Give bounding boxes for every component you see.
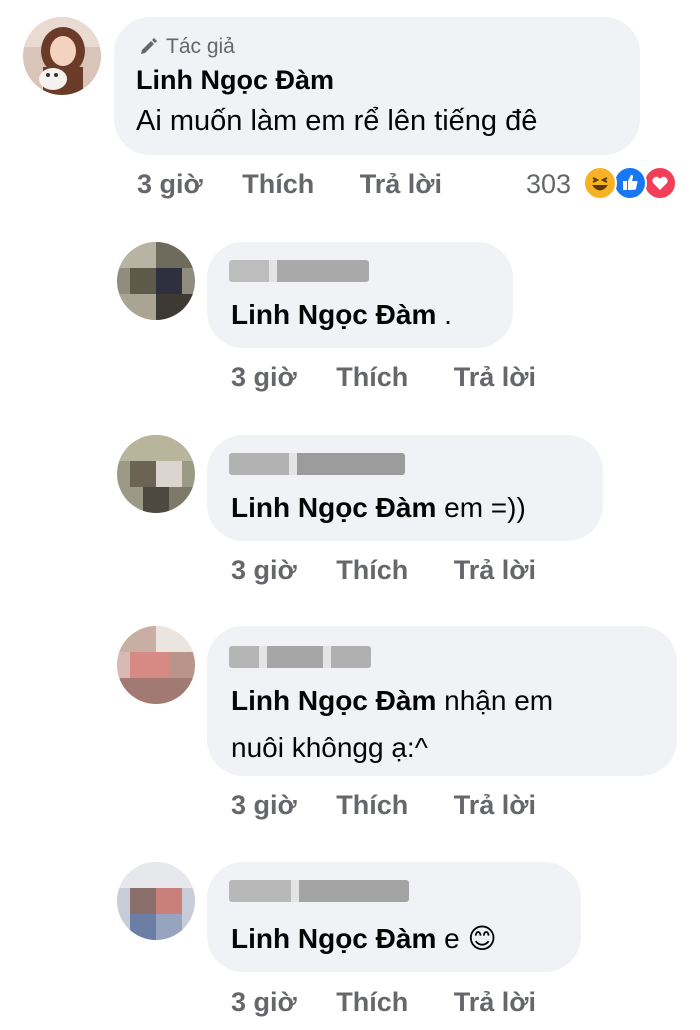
comment-author-name[interactable]: Linh Ngọc Đàm <box>136 65 334 96</box>
blurred-name <box>229 880 409 902</box>
reply-text: Linh Ngọc Đàm e 😊 <box>231 914 497 964</box>
reply-actions: 3 giờ Thích Trả lời <box>231 555 536 586</box>
reply-body: nhận em <box>436 685 554 716</box>
reply-bubble: Linh Ngọc Đàm nhận em nuôi khôngg ạ:^ <box>207 626 677 776</box>
reply-time[interactable]: 3 giờ <box>231 362 297 392</box>
like-button[interactable]: Thích <box>242 169 314 199</box>
reply-actions: 3 giờ Thích Trả lời <box>231 987 536 1018</box>
reply-button[interactable]: Trả lời <box>454 790 536 820</box>
reply-body: em =)) <box>436 492 526 523</box>
like-button[interactable]: Thích <box>336 555 408 585</box>
reply-button[interactable]: Trả lời <box>454 362 536 392</box>
reply-bubble: Linh Ngọc Đàm e 😊 <box>207 862 581 972</box>
author-avatar[interactable] <box>23 17 101 95</box>
reply-button[interactable]: Trả lời <box>454 987 536 1017</box>
reply-avatar[interactable] <box>117 626 195 704</box>
mention[interactable]: Linh Ngọc Đàm <box>231 685 436 716</box>
reply-body: . <box>436 299 452 330</box>
reply-text: Linh Ngọc Đàm nhận em <box>231 676 553 726</box>
reply-text: Linh Ngọc Đàm . <box>231 290 452 340</box>
comment-actions: 3 giờ Thích Trả lời <box>137 169 442 200</box>
reply-body: e <box>436 923 460 954</box>
reply-time[interactable]: 3 giờ <box>231 555 297 585</box>
reaction-count[interactable]: 303 <box>526 169 571 200</box>
reply-button[interactable]: Trả lời <box>360 169 442 199</box>
comment-time[interactable]: 3 giờ <box>137 169 203 199</box>
like-button[interactable]: Thích <box>336 987 408 1017</box>
reply-actions: 3 giờ Thích Trả lời <box>231 362 536 393</box>
like-button[interactable]: Thích <box>336 790 408 820</box>
reply-avatar[interactable] <box>117 435 195 513</box>
reply-actions: 3 giờ Thích Trả lời <box>231 790 536 821</box>
comment-bubble: Tác giả Linh Ngọc Đàm Ai muốn làm em rể … <box>114 17 640 155</box>
love-icon[interactable] <box>643 166 677 200</box>
reply-bubble: Linh Ngọc Đàm . <box>207 242 513 348</box>
blurred-name <box>229 646 371 668</box>
blurred-name <box>229 453 405 475</box>
like-button[interactable]: Thích <box>336 362 408 392</box>
mention[interactable]: Linh Ngọc Đàm <box>231 299 436 330</box>
reply-bubble: Linh Ngọc Đàm em =)) <box>207 435 603 541</box>
mention[interactable]: Linh Ngọc Đàm <box>231 492 436 523</box>
haha-icon[interactable] <box>583 166 617 200</box>
mention[interactable]: Linh Ngọc Đàm <box>231 923 436 954</box>
author-badge-label: Tác giả <box>166 35 235 58</box>
pen-icon <box>141 38 157 54</box>
reply-time[interactable]: 3 giờ <box>231 987 297 1017</box>
smile-emoji-icon: 😊 <box>467 922 497 955</box>
reply-avatar[interactable] <box>117 242 195 320</box>
reply-avatar[interactable] <box>117 862 195 940</box>
reply-time[interactable]: 3 giờ <box>231 790 297 820</box>
reply-text-line2: nuôi khôngg ạ:^ <box>231 732 428 763</box>
like-icon[interactable] <box>613 166 647 200</box>
reply-button[interactable]: Trả lời <box>454 555 536 585</box>
blurred-name <box>229 260 369 282</box>
reply-text: Linh Ngọc Đàm em =)) <box>231 483 526 533</box>
comment-text: Ai muốn làm em rể lên tiếng đê <box>136 105 538 137</box>
author-badge: Tác giả <box>138 35 235 59</box>
